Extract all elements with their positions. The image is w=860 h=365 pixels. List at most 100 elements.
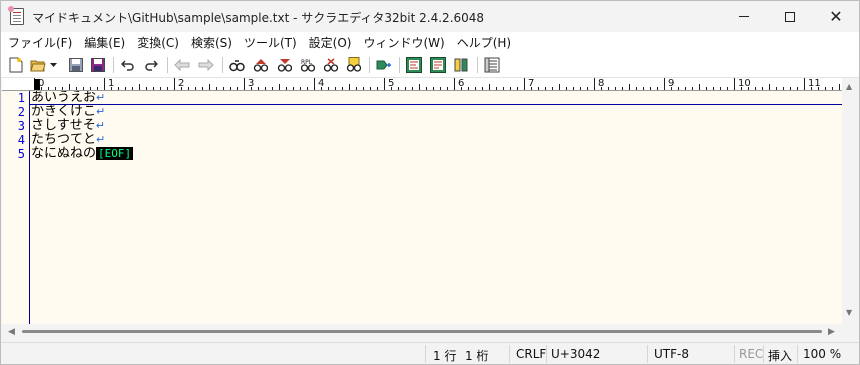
cursor-line-underline xyxy=(30,104,842,105)
save-all-icon[interactable] xyxy=(89,56,107,74)
redo-icon[interactable] xyxy=(142,56,160,74)
menu-tools[interactable]: ツール(T) xyxy=(238,32,303,52)
toolbar-separator xyxy=(477,57,478,73)
scroll-up-icon[interactable]: ▲ xyxy=(846,82,852,91)
menu-edit[interactable]: 編集(E) xyxy=(78,32,131,52)
menu-file[interactable]: ファイル(F) xyxy=(2,32,78,52)
newline-mark: ↵ xyxy=(95,119,105,132)
minimize-button[interactable] xyxy=(721,1,767,32)
menu-settings[interactable]: 設定(O) xyxy=(303,32,358,52)
scroll-down-icon[interactable]: ▼ xyxy=(846,308,852,317)
status-bar: 1 行 1 桁 CRLF U+3042 UTF-8 REC 挿入 100 % xyxy=(1,342,859,364)
find-next-icon[interactable] xyxy=(252,56,270,74)
menu-bar: ファイル(F) 編集(E) 変換(C) 検索(S) ツール(T) 設定(O) ウ… xyxy=(1,32,859,52)
toolbar-separator xyxy=(167,57,168,73)
toolbar-separator xyxy=(399,57,400,73)
line-text: あいうえお xyxy=(31,91,97,105)
vertical-scrollbar[interactable]: ▲ ▼ xyxy=(842,78,859,324)
status-column[interactable]: 1 桁 xyxy=(465,347,488,364)
status-separator xyxy=(763,345,764,363)
menu-search[interactable]: 検索(S) xyxy=(185,32,238,52)
line-text: なにぬねの xyxy=(31,146,97,161)
line-text: たちつてと xyxy=(31,132,97,147)
ruler-label: 10 xyxy=(738,78,751,89)
horizontal-scrollbar[interactable]: ◀ ▶ xyxy=(2,324,842,341)
ruler-label: 9 xyxy=(668,78,675,89)
toolbar: RPL xyxy=(1,52,859,78)
save-icon[interactable] xyxy=(67,56,85,74)
ruler-label: 6 xyxy=(458,78,465,89)
sakura-app-icon[interactable] xyxy=(8,6,24,25)
maximize-icon xyxy=(785,11,795,22)
scroll-left-icon[interactable]: ◀ xyxy=(8,327,15,337)
title-bar[interactable]: マイドキュメント\GitHub\sample\sample.txt - サクラエ… xyxy=(1,1,859,32)
find-prev-icon[interactable] xyxy=(276,56,294,74)
find-icon[interactable] xyxy=(228,56,246,74)
new-file-icon[interactable] xyxy=(7,56,25,74)
text-line[interactable]: さしすせそ↵ xyxy=(31,119,105,133)
status-newline[interactable]: CRLF xyxy=(516,347,546,361)
maximize-button[interactable] xyxy=(767,1,813,32)
minimize-icon xyxy=(739,16,749,17)
open-file-icon[interactable] xyxy=(29,56,47,74)
status-separator xyxy=(546,345,547,363)
line-number-gutter: 1 2 3 4 5 xyxy=(2,91,29,324)
ruler-label: 0 xyxy=(38,78,45,89)
scroll-right-icon[interactable]: ▶ xyxy=(828,327,835,337)
ruler-label: 5 xyxy=(388,78,395,89)
clear-mark-icon[interactable] xyxy=(322,56,340,74)
text-line[interactable]: なにぬねの [EOF] xyxy=(31,146,134,161)
text-line[interactable]: たちつてと↵ xyxy=(31,133,105,147)
ruler-label: 7 xyxy=(528,78,535,89)
status-insert-mode[interactable]: 挿入 xyxy=(768,347,792,364)
close-icon: ✕ xyxy=(829,6,843,26)
open-dropdown-icon[interactable] xyxy=(48,56,58,74)
line-number: 4 xyxy=(17,133,25,147)
menu-help[interactable]: ヘルプ(H) xyxy=(451,32,517,52)
text-line[interactable]: あいうえお↵ xyxy=(31,91,105,105)
column-ruler[interactable]: 0 1 2 3 4 5 6 7 8 9 10 11 xyxy=(2,78,842,91)
editor-window: マイドキュメント\GitHub\sample\sample.txt - サクラエ… xyxy=(0,0,860,365)
close-button[interactable]: ✕ xyxy=(813,1,859,32)
status-encoding[interactable]: UTF-8 xyxy=(654,347,689,361)
horizontal-scroll-thumb[interactable] xyxy=(22,330,822,333)
toolbar-separator xyxy=(113,57,114,73)
text-line[interactable]: かきくけこ↵ xyxy=(31,105,105,119)
line-number: 1 xyxy=(17,91,25,105)
undo-icon[interactable] xyxy=(119,56,137,74)
replace-icon[interactable]: RPL xyxy=(299,56,317,74)
status-zoom[interactable]: 100 % xyxy=(803,347,841,361)
status-separator xyxy=(797,345,798,363)
newline-mark: ↵ xyxy=(96,105,106,118)
line-text: さしすせそ xyxy=(31,118,96,133)
jump-forward-icon[interactable] xyxy=(197,56,215,74)
eof-mark: [EOF] xyxy=(96,147,134,160)
menu-window[interactable]: ウィンドウ(W) xyxy=(357,32,450,52)
ruler-label: 11 xyxy=(808,78,821,89)
status-line[interactable]: 1 行 xyxy=(433,347,456,364)
line-number: 5 xyxy=(17,147,25,161)
grep-icon[interactable] xyxy=(345,56,363,74)
toolbar-separator xyxy=(369,57,370,73)
ruler-label: 2 xyxy=(178,78,185,89)
tag-jump-icon[interactable] xyxy=(375,56,393,74)
status-rec[interactable]: REC xyxy=(739,347,763,361)
sort-icon[interactable] xyxy=(452,56,470,74)
jump-back-icon[interactable] xyxy=(173,56,191,74)
status-separator xyxy=(647,345,648,363)
ruler-label: 4 xyxy=(318,78,325,89)
text-editor[interactable]: 1 2 3 4 5 あいうえお↵ かきくけこ↵ さしすせそ↵ たちつてと↵ なに… xyxy=(2,91,842,324)
ruler-label: 1 xyxy=(108,78,115,89)
status-codepoint[interactable]: U+3042 xyxy=(551,347,600,361)
ruler-ticks xyxy=(34,78,840,90)
status-separator xyxy=(734,345,735,363)
ruler-label: 8 xyxy=(598,78,605,89)
ruler-label: 3 xyxy=(248,78,255,89)
settings-list-icon[interactable] xyxy=(483,56,501,74)
line-number: 3 xyxy=(17,119,25,133)
line-text: かきくけこ xyxy=(31,104,97,119)
compare-icon[interactable] xyxy=(429,56,447,74)
menu-convert[interactable]: 変換(C) xyxy=(131,32,185,52)
outline-icon[interactable] xyxy=(405,56,423,74)
newline-mark: ↵ xyxy=(96,133,106,146)
